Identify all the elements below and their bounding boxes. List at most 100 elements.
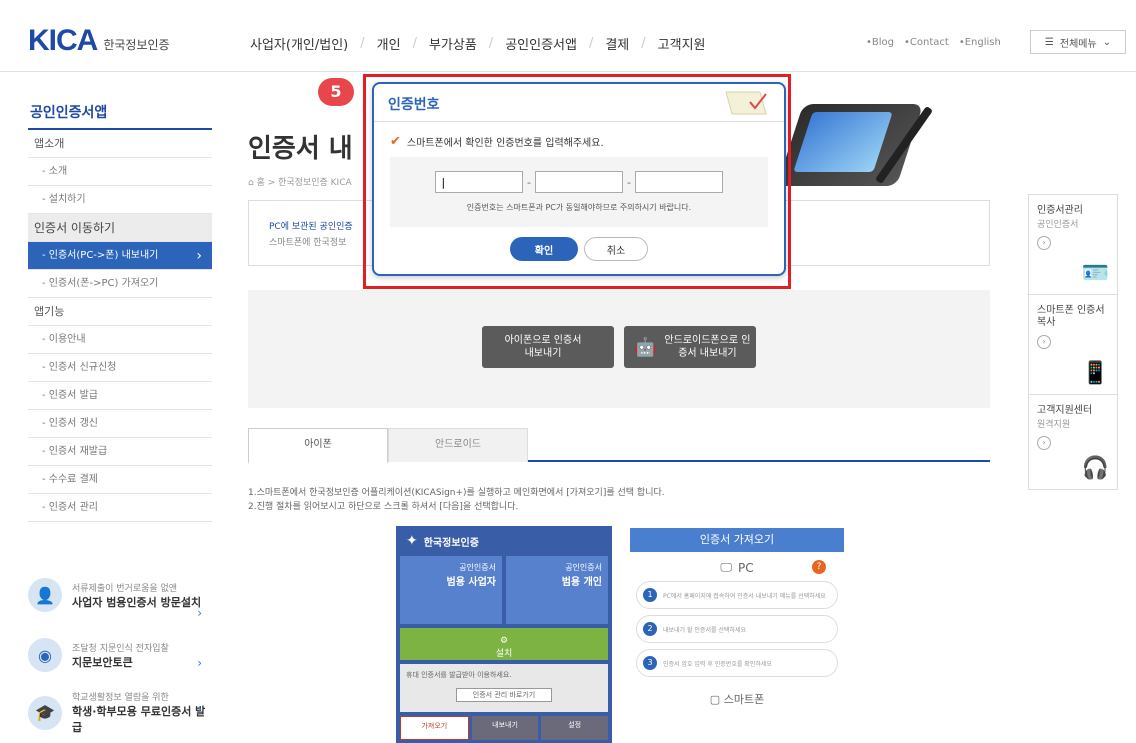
sidebar-section-app-features[interactable]: 앱기능 [28, 298, 212, 326]
cancel-button[interactable]: 취소 [584, 237, 648, 261]
pc-label: PC [737, 560, 754, 575]
util-links: •Blog •Contact •English [866, 37, 1011, 48]
tab-android[interactable]: 안드로이드 [388, 428, 528, 462]
quick-support-center[interactable]: 고객지원센터 원격지원 › 🎧 [1028, 394, 1118, 490]
app-brand: 한국정보인증 [423, 537, 479, 549]
app-install-tile: ⚙ 설치 [400, 628, 608, 660]
all-menu-button[interactable]: ☰ 전체메뉴 ⌄ [1030, 30, 1126, 54]
sidebar-section-app-intro[interactable]: 앱소개 [28, 130, 212, 158]
graduation-cap-icon: 🎓 [28, 695, 62, 730]
page-title: 인증서 내 [248, 134, 353, 164]
step-text: 내보내기 할 인증서를 선택하세요 [663, 626, 747, 634]
promo-sub: 조달청 지문인식 전자입찰 [72, 643, 169, 654]
promo-fingerprint-token[interactable]: ◉ 조달청 지문인식 전자입찰 지문보안토큰 › [28, 638, 212, 672]
id-card-icon: 🪪 [1081, 261, 1109, 286]
breadcrumb: ⌂ 홈 > 한국정보인증 KICA [248, 178, 352, 188]
promo-text: 서류제출이 번거로움을 없앤 사업자 범용인증서 방문설치 [72, 581, 201, 610]
headset-icon: 🎧 [1081, 456, 1109, 481]
auth-code-input-1[interactable] [435, 171, 524, 193]
sidebar-item-cert-manage[interactable]: - 인증서 관리 [28, 494, 212, 522]
step-2: 2 내보내기 할 인증서를 선택하세요 [636, 615, 838, 643]
sidebar-item-new-request[interactable]: - 인증서 신규신청 [28, 354, 212, 382]
auth-code-input-2[interactable] [535, 171, 623, 193]
kica-logo[interactable]: KICA 한국정보인증 [28, 24, 170, 58]
quick-title: 인증서관리 [1037, 205, 1083, 216]
dialog-title: 인증번호 [388, 97, 440, 113]
util-contact[interactable]: •Contact [904, 37, 949, 48]
promo-visit-install[interactable]: 👤 서류제출이 번거로움을 없앤 사업자 범용인증서 방문설치 › [28, 578, 212, 620]
logo-mark: KICA [28, 24, 98, 57]
android-icon: 🤖 [634, 336, 657, 358]
instructions: 1.스마트폰에서 한국정보인증 어플리케이션(KICASign+)를 실행하고 … [248, 486, 665, 514]
step-3: 3 인증서 암호 입력 후 인증번호를 확인하세요 [636, 649, 838, 677]
nav-cert-app[interactable]: 공인인증서앱 [505, 34, 577, 53]
promo-student-cert[interactable]: 🎓 학교생활정보 열람을 위한 학생·학부모용 무료인증서 발급 › [28, 690, 212, 735]
sidebar-item-install[interactable]: - 설치하기 [28, 186, 212, 214]
chevron-right-circle-icon: › [1037, 236, 1051, 250]
steps-title: 인증서 가져오기 [630, 528, 844, 552]
nav-payment[interactable]: 결제 [605, 34, 629, 53]
util-english[interactable]: •English [959, 37, 1001, 48]
sidebar-item-renew[interactable]: - 인증서 갱신 [28, 410, 212, 438]
app-screenshot: ✦ 한국정보인증 공인인증서 범용 사업자 공인인증서 범용 개인 ⚙ 설치 휴… [396, 526, 612, 743]
app-nav-settings: 설정 [541, 716, 609, 740]
iphone-export-button[interactable]: 아이폰으로 인증서 내보내기 [482, 326, 614, 368]
promo-text: 학교생활정보 열람을 위한 학생·학부모용 무료인증서 발급 [72, 690, 212, 735]
android-export-label: 안드로이드폰으로 인증서 내보내기 [664, 335, 751, 359]
nav-sep: / [412, 36, 417, 51]
sidebar-item-fee-payment[interactable]: - 수수료 결제 [28, 466, 212, 494]
sidebar-item-reissue[interactable]: - 인증서 재발급 [28, 438, 212, 466]
quick-cert-manage[interactable]: 인증서관리 공인인증서 › 🪪 [1028, 194, 1118, 294]
install-label: 설치 [495, 649, 513, 659]
sidebar-item-export-pc-to-phone[interactable]: - 인증서(PC->폰) 내보내기 [28, 242, 212, 270]
quick-smartphone-copy[interactable]: 스마트폰 인증서 복사 › 📱 [1028, 294, 1118, 394]
app-nav-import: 가져오기 [400, 716, 469, 740]
nav-personal[interactable]: 개인 [377, 34, 401, 53]
sidebar-item-issue[interactable]: - 인증서 발급 [28, 382, 212, 410]
chevron-right-icon: › [197, 702, 202, 716]
quick-sub: 원격지원 [1037, 420, 1071, 430]
logo-text: 한국정보인증 [103, 37, 170, 52]
chevron-right-circle-icon: › [1037, 436, 1051, 450]
promo-main: 학생·학부모용 무료인증서 발급 [72, 705, 206, 734]
phone-screen [793, 112, 893, 172]
confirm-button[interactable]: 확인 [510, 237, 578, 261]
chevron-right-icon: › [197, 656, 202, 670]
nav-support[interactable]: 고객지원 [658, 34, 706, 53]
sidebar-section-move-cert[interactable]: 인증서 이동하기 [28, 214, 212, 242]
tile-sub: 공인인증서 [459, 563, 496, 572]
util-blog[interactable]: •Blog [866, 37, 894, 48]
nav-business[interactable]: 사업자(개인/법인) [250, 34, 348, 53]
code-note: 인증번호는 스마트폰과 PC가 동일해야하므로 주의하시기 바랍니다. [466, 203, 692, 212]
nav-sep: / [360, 36, 365, 51]
nav-sep: / [641, 36, 646, 51]
help-icon[interactable]: ? [812, 560, 826, 574]
auth-code-input-3[interactable] [634, 171, 723, 193]
hamburger-icon: ☰ [1044, 36, 1054, 48]
gear-icon: ⚙ [499, 636, 509, 646]
export-button-area [248, 290, 990, 408]
tab-iphone[interactable]: 아이폰 [248, 428, 388, 464]
quick-menu: 인증서관리 공인인증서 › 🪪 스마트폰 인증서 복사 › 📱 고객지원센터 원… [1028, 194, 1118, 490]
left-sidebar: 공인인증서앱 앱소개 - 소개 - 설치하기 인증서 이동하기 - 인증서(PC… [28, 86, 212, 522]
nav-addons[interactable]: 부가상품 [429, 34, 477, 53]
manage-button: 인증서 관리 바로가기 [456, 688, 552, 702]
tile-business: 공인인증서 범용 사업자 [400, 556, 502, 624]
dash-separator: - [627, 175, 631, 189]
android-export-button[interactable]: 🤖 안드로이드폰으로 인증서 내보내기 [624, 326, 756, 368]
instruction-line-2: 2.진행 절차를 읽어보시고 하단으로 스크롤 하셔서 [다음]을 선택합니다. [248, 502, 519, 512]
sidebar-item-usage[interactable]: - 이용안내 [28, 326, 212, 354]
step-text: PC에서 홈페이지에 접속하여 인증서 내보내기 메뉴를 선택하세요 [663, 592, 826, 600]
document-check-icon [725, 91, 767, 115]
nav-sep: / [588, 36, 594, 51]
quick-title: 스마트폰 인증서 복사 [1037, 305, 1105, 328]
sidebar-item-import-phone-to-pc[interactable]: - 인증서(폰->PC) 가져오기 [28, 270, 212, 298]
chevron-right-circle-icon: › [1037, 335, 1051, 349]
chevron-right-icon: › [197, 606, 202, 620]
person-icon: 👤 [28, 578, 62, 612]
smartphone-icon: ▢ [709, 693, 721, 706]
sidebar-item-intro[interactable]: - 소개 [28, 158, 212, 186]
dialog-body: ✔ 스마트폰에서 확인한 인증번호를 입력해주세요. - - 인증번호는 스마트… [374, 122, 784, 261]
smartphone-icon: 📱 [1081, 361, 1109, 386]
kica-logo-icon: ✦ [406, 533, 418, 549]
